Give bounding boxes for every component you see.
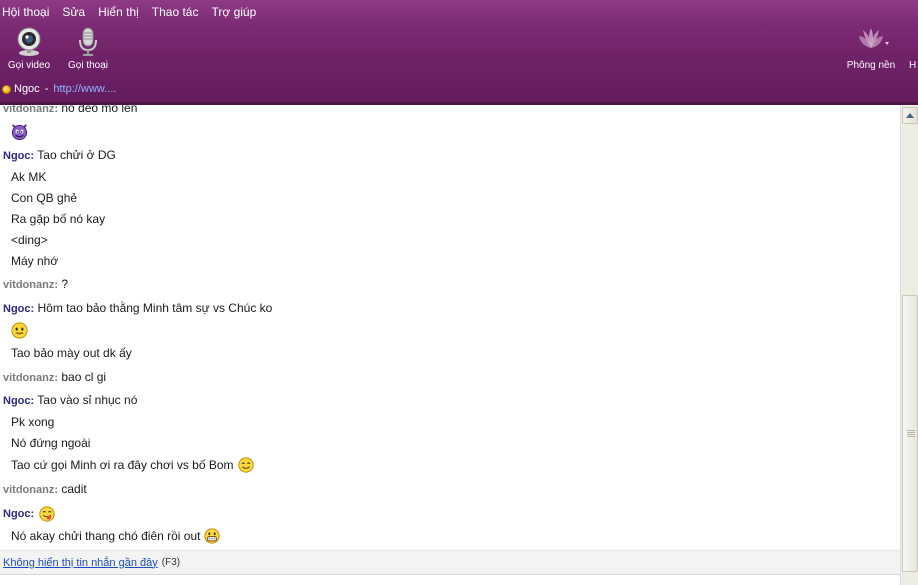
message-row: vitdonanz: ? (3, 277, 68, 291)
message-text: Tao chửi ở DG (37, 148, 116, 162)
message-line: Tao cứ gọi Minh ơi ra đây chơi vs bố Bom (11, 456, 255, 474)
scroll-up-button[interactable] (902, 107, 918, 124)
message-text: Tao vào sỉ nhục nó (37, 393, 138, 407)
truncated-toolbar-label[interactable]: H (909, 60, 916, 71)
message-line: Tao bảo mày out dk ấy (11, 346, 132, 360)
message-sender: Ngoc: (3, 508, 35, 520)
hide-recent-messages-link[interactable]: Không hiển thị tin nhắn gần đây (3, 557, 158, 569)
message-row: Ngoc: Hôm tao bảo thằng Minh tâm sự vs C… (3, 301, 272, 315)
background-button[interactable]: Phông nền (840, 24, 902, 74)
message-line: Ak MK (11, 170, 47, 184)
message-line: Pk xong (11, 415, 55, 429)
menu-bar: Hội thoại Sửa Hiển thị Thao tác Trợ giúp (0, 0, 267, 24)
menu-conversation[interactable]: Hội thoại (0, 5, 56, 19)
message-sender: Ngoc: (3, 303, 35, 315)
status-separator: - (44, 83, 49, 95)
message-text: Nó akay chửi thang chó điên rồi out (11, 529, 201, 543)
message-sender: Ngoc: (3, 395, 35, 407)
confused-smiley-icon (11, 322, 28, 339)
message-row: vitdonanz: nó đèo mồ lên (3, 105, 137, 115)
arrow-up-icon (906, 113, 914, 118)
message-text: bao cl gi (61, 370, 107, 384)
message-row: vitdonanz: cadit (3, 482, 87, 496)
message-text: Hôm tao bảo thằng Minh tâm sự vs Chúc ko (37, 301, 273, 315)
voice-call-button[interactable]: Gọi thoại (59, 26, 117, 74)
message-text: nó đèo mồ lên (61, 105, 138, 115)
contact-name: Ngoc (14, 83, 40, 95)
status-message-link[interactable]: http://www.... (53, 83, 116, 95)
message-row: Ngoc: Tao vào sỉ nhục nó (3, 393, 137, 407)
message-line: Ra gặp bố nó kay (11, 212, 106, 226)
window-header: Hội thoại Sửa Hiển thị Thao tác Trợ giúp… (0, 0, 918, 102)
message-row: vitdonanz: bao cl gi (3, 370, 106, 384)
menu-actions[interactable]: Thao tác (150, 5, 206, 19)
message-sender: vitdonanz: (3, 105, 58, 115)
recent-messages-bar: Không hiển thị tin nhắn gần đây (F3) (0, 550, 900, 574)
menu-help[interactable]: Trợ giúp (209, 5, 263, 19)
video-call-label: Gọi video (7, 60, 51, 71)
contact-status-line: Ngoc - http://www.... (2, 82, 116, 96)
background-label: Phông nền (846, 60, 896, 71)
message-sender: Ngoc: (3, 150, 35, 162)
conversation-history[interactable]: vitdonanz: nó đèo mồ lên Ngoc: Tao chửi … (0, 105, 900, 550)
big-grin-icon (204, 528, 221, 544)
message-sender: vitdonanz: (3, 372, 58, 384)
message-sender: vitdonanz: (3, 279, 58, 291)
devil-icon (11, 124, 28, 141)
tongue-out-icon (39, 506, 55, 522)
message-row: Ngoc: Tao chửi ở DG (3, 148, 116, 162)
input-area-edge (0, 574, 900, 585)
message-text: cadit (61, 482, 87, 496)
message-line: Con QB ghẻ (11, 191, 78, 205)
voice-call-label: Gọi thoại (67, 60, 109, 71)
message-line: <ding> (11, 233, 48, 247)
menu-edit[interactable]: Sửa (60, 5, 92, 19)
scroll-thumb[interactable] (902, 295, 918, 572)
menu-view[interactable]: Hiển thị (96, 5, 146, 19)
online-status-icon (2, 84, 11, 94)
shortcut-hint: (F3) (161, 557, 181, 568)
webcam-icon (14, 26, 44, 58)
message-text: ? (61, 277, 69, 291)
conversation-scrollbar[interactable] (900, 105, 918, 585)
message-sender: vitdonanz: (3, 484, 58, 496)
video-call-button[interactable]: Gọi video (0, 26, 58, 74)
microphone-icon (73, 26, 103, 58)
message-line: Nó akay chửi thang chó điên rồi out (11, 527, 221, 545)
smiley-icon (237, 457, 254, 473)
message-row: Ngoc: (3, 505, 56, 523)
message-line: Máy nhớ (11, 254, 59, 268)
message-line: Nó đứng ngoài (11, 436, 91, 450)
message-text: Tao cứ gọi Minh ơi ra đây chơi vs bố Bom (11, 458, 234, 472)
lotus-icon (851, 24, 891, 56)
